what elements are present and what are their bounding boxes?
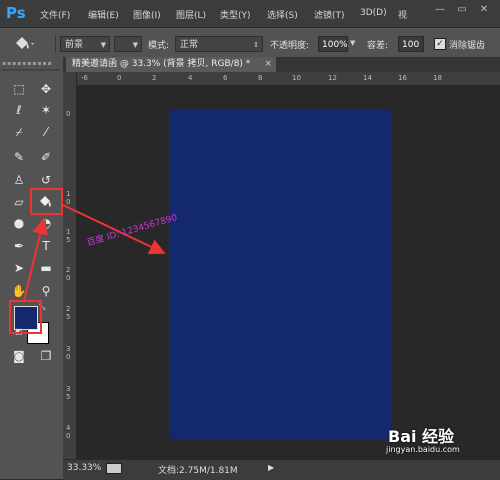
baidu-url: jingyan.baidu.com [386, 445, 460, 454]
status-menu-arrow-icon[interactable]: ▶ [268, 463, 274, 472]
baidu-logo: Bai 经验 [388, 427, 455, 446]
arrow-to-bucket [23, 218, 48, 302]
zoom-level[interactable]: 33.33% [67, 463, 101, 473]
status-toggle-icon[interactable] [106, 463, 122, 474]
annotation-arrows [23, 204, 166, 302]
status-bar [63, 459, 500, 480]
doc-size: 文档:2.75M/1.81M [158, 466, 238, 476]
